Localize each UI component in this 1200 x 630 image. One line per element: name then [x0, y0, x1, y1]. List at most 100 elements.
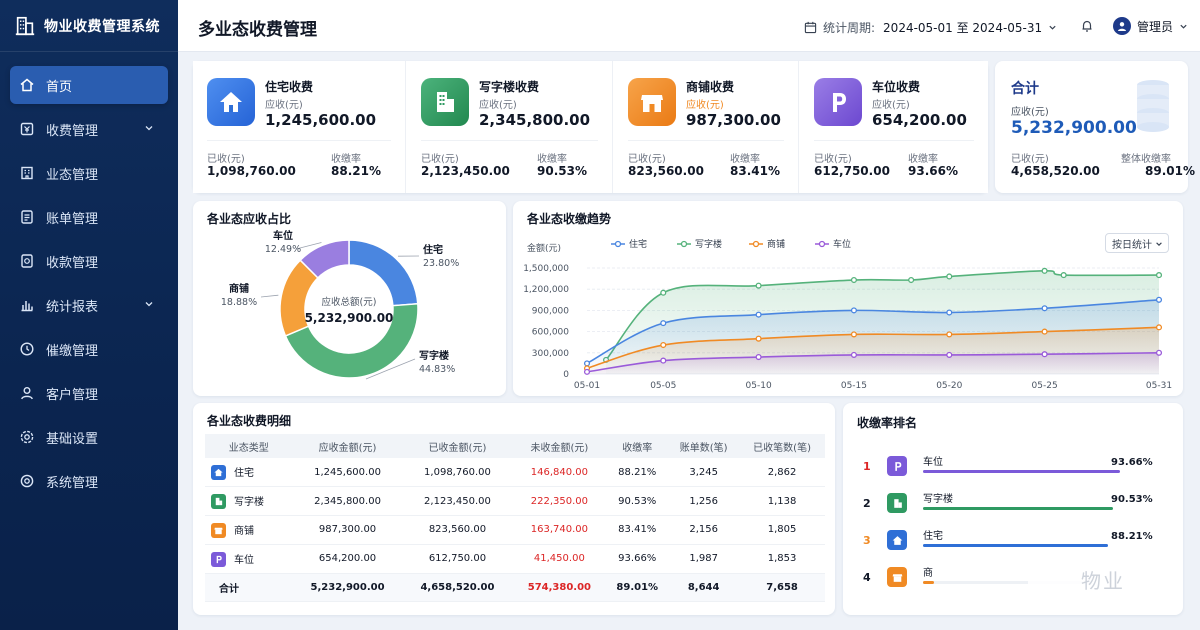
donut-slice[interactable] — [348, 239, 419, 307]
data-point[interactable] — [946, 309, 953, 316]
divider — [612, 61, 613, 193]
data-point[interactable] — [1155, 324, 1163, 331]
data-point[interactable] — [1155, 296, 1163, 303]
data-point[interactable] — [1155, 349, 1163, 356]
sidebar-item-fee[interactable]: 收费管理 — [10, 110, 168, 148]
sidebar-item-label: 收费管理 — [46, 123, 99, 139]
slice-label: 车位 — [273, 229, 293, 242]
sidebar-item-reports[interactable]: 统计报表 — [10, 286, 168, 324]
stat-card-parking[interactable]: 车位收费 应收(元) 654,200.00 已收(元) 612,750.00 收… — [800, 61, 988, 193]
legend-marker — [614, 240, 622, 248]
user-menu[interactable]: 管理员 — [1113, 17, 1188, 35]
period-selector[interactable]: 统计周期: 2024-05-01 至 2024-05-31 — [804, 19, 1057, 36]
sidebar-item-bill[interactable]: 账单管理 — [10, 198, 168, 236]
data-point[interactable] — [660, 357, 667, 364]
data-point[interactable] — [755, 335, 762, 342]
data-point[interactable] — [946, 331, 953, 338]
stat-receivable: 2,345,800.00 — [479, 111, 591, 129]
sidebar-item-business[interactable]: 业态管理 — [10, 154, 168, 192]
stat-rate: 93.66% — [908, 164, 958, 178]
data-point[interactable] — [755, 311, 762, 318]
house-icon — [207, 78, 255, 126]
rank-label: 车位 — [923, 457, 943, 468]
ranking-item[interactable]: 2 写字楼 90.53% — [843, 490, 1199, 520]
data-point[interactable] — [1060, 272, 1067, 279]
sidebar-item-label: 首页 — [46, 79, 73, 95]
data-point[interactable] — [1155, 272, 1163, 279]
table-row[interactable]: 商铺 987,300.00 823,560.00 163,740.00 83.4… — [205, 515, 825, 545]
data-point[interactable] — [1041, 267, 1048, 274]
column-header[interactable]: 已收金额(元) — [402, 434, 513, 458]
parking-icon — [814, 78, 862, 126]
data-point[interactable] — [660, 341, 667, 349]
sidebar-item-customer[interactable]: 客户管理 — [10, 374, 168, 412]
sidebar-item-home[interactable]: 首页 — [10, 66, 168, 104]
data-point[interactable] — [946, 273, 953, 280]
stat-rate-label: 收缴率 — [908, 154, 938, 165]
data-point[interactable] — [908, 276, 915, 284]
table-cell: 1,098,760.00 — [402, 458, 513, 488]
sidebar-item-basic-settings[interactable]: 基础设置 — [10, 418, 168, 456]
table-row[interactable]: 住宅 1,245,600.00 1,098,760.00 146,840.00 … — [205, 458, 825, 488]
data-point[interactable] — [850, 307, 857, 314]
sidebar-item-system[interactable]: 系统管理 — [10, 462, 168, 500]
data-point[interactable] — [1041, 305, 1048, 312]
legend-marker — [680, 240, 688, 248]
stat-card-shop[interactable]: 商铺收费 应收(元) 987,300.00 已收(元) 823,560.00 收… — [614, 61, 798, 193]
data-point[interactable] — [1041, 351, 1048, 358]
table-row[interactable]: 车位 654,200.00 612,750.00 41,450.00 93.66… — [205, 544, 825, 574]
total-card[interactable]: 合计 应收(元) 5,232,900.00 已收(元) 4,658,520.00… — [995, 61, 1195, 193]
legend-label[interactable]: 住宅 — [629, 238, 647, 250]
data-point[interactable] — [850, 331, 857, 338]
column-header[interactable]: 业态类型 — [205, 434, 293, 458]
stat-receivable-label: 应收(元) — [686, 100, 724, 111]
stat-receivable-label: 应收(元) — [479, 100, 517, 111]
table-cell: 90.53% — [606, 486, 669, 517]
data-point[interactable] — [660, 289, 667, 296]
data-point[interactable] — [583, 360, 591, 367]
data-point[interactable] — [755, 282, 762, 289]
legend-label[interactable]: 商铺 — [767, 238, 785, 250]
ranking-item[interactable]: 1 车位 93.66% — [843, 453, 1199, 483]
ranking-item[interactable]: 3 住宅 88.21% — [843, 527, 1199, 557]
table-row[interactable]: 写字楼 2,345,800.00 2,123,450.00 222,350.00… — [205, 486, 825, 517]
stat-card-office[interactable]: 写字楼收费 应收(元) 2,345,800.00 已收(元) 2,123,450… — [407, 61, 612, 193]
data-point[interactable] — [946, 351, 953, 358]
sidebar-nav: 首页 收费管理 业态管理 账单管理 收款管理 统计报表 催缴管理 客户管理 基础… — [0, 52, 178, 520]
table-cell: 合计 — [205, 573, 293, 603]
column-header[interactable]: 已收笔数(笔) — [739, 434, 825, 458]
data-point[interactable] — [850, 276, 857, 284]
data-point[interactable] — [755, 353, 762, 361]
watermark: 物业 — [1028, 557, 1178, 601]
donut-center-label: 应收总额(元) — [322, 296, 377, 308]
legend-label[interactable]: 写字楼 — [695, 238, 722, 250]
data-point[interactable] — [850, 351, 857, 358]
data-point[interactable] — [1041, 328, 1048, 335]
data-point[interactable] — [583, 368, 591, 375]
x-tick-label: 05-31 — [1146, 381, 1172, 391]
sidebar-item-payment[interactable]: 收款管理 — [10, 242, 168, 280]
fee-icon — [18, 120, 36, 138]
table-cell: 2,123,450.00 — [402, 486, 513, 517]
sidebar-item-reminder[interactable]: 催缴管理 — [10, 330, 168, 368]
bell-icon[interactable] — [1080, 19, 1094, 33]
rank-rate: 93.66% — [1111, 457, 1153, 468]
column-header[interactable]: 应收金额(元) — [292, 434, 403, 458]
table-cell: 2,156 — [668, 515, 740, 545]
x-tick-label: 05-05 — [650, 381, 676, 391]
table-cell: 574,380.00 — [512, 573, 607, 603]
column-header[interactable]: 未收金额(元) — [512, 434, 607, 458]
slice-label: 住宅 — [423, 243, 443, 256]
shop-icon — [211, 523, 226, 539]
period-value: 2024-05-01 至 2024-05-31 — [883, 21, 1043, 35]
ranking-title: 收缴率排名 — [857, 416, 918, 430]
divider — [421, 140, 598, 141]
column-header[interactable]: 收缴率 — [606, 434, 669, 458]
column-header[interactable]: 账单数(笔) — [668, 434, 740, 458]
stat-card-residential[interactable]: 住宅收费 应收(元) 1,245,600.00 已收(元) 1,098,760.… — [193, 61, 405, 193]
legend-label[interactable]: 车位 — [833, 238, 851, 250]
stat-receivable-label: 应收(元) — [872, 100, 910, 111]
rank-number: 3 — [863, 534, 871, 547]
y-tick-label: 900,000 — [532, 306, 569, 316]
data-point[interactable] — [660, 320, 667, 327]
